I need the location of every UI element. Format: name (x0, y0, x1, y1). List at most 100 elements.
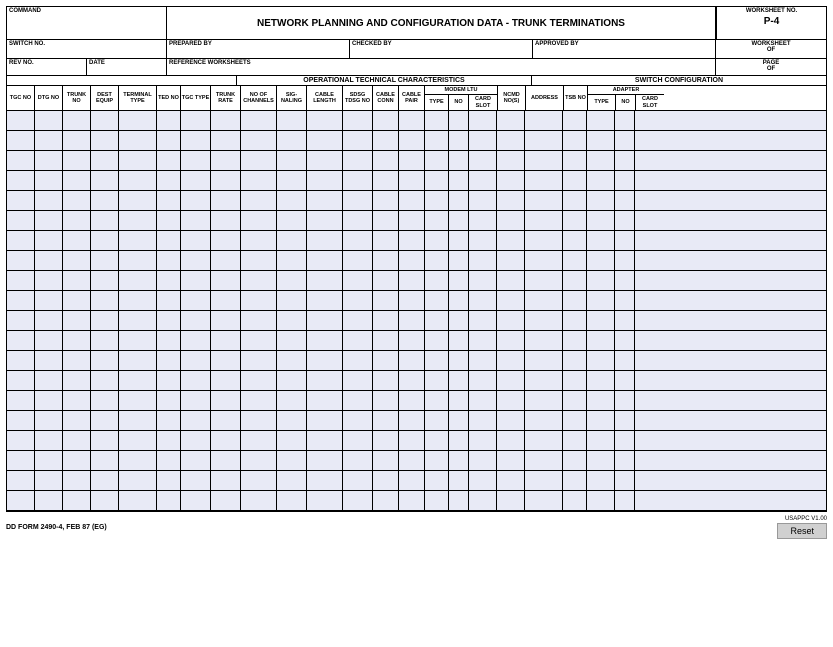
data-cell (425, 411, 449, 430)
data-cell (211, 211, 241, 230)
data-cell (181, 431, 211, 450)
data-cell (343, 451, 373, 470)
data-cell (63, 371, 91, 390)
data-cell (277, 311, 307, 330)
data-cell (425, 211, 449, 230)
data-cell (211, 191, 241, 210)
data-cell (181, 271, 211, 290)
table-row (7, 151, 826, 171)
data-cell (35, 431, 63, 450)
data-cell (563, 231, 587, 250)
data-cell (63, 311, 91, 330)
data-cell (181, 291, 211, 310)
data-cell (157, 291, 181, 310)
data-cell (497, 131, 525, 150)
data-cell (119, 231, 157, 250)
data-cell (63, 331, 91, 350)
data-cell (91, 331, 119, 350)
data-cell (119, 391, 157, 410)
data-cell (399, 131, 425, 150)
data-cell (525, 431, 563, 450)
adapter-cols: TYPE NO CARD SLOT (588, 95, 664, 110)
data-cell (373, 231, 399, 250)
data-cell (277, 471, 307, 490)
table-row (7, 451, 826, 471)
data-cell (449, 431, 469, 450)
data-cell (119, 331, 157, 350)
data-cell (63, 451, 91, 470)
table-row (7, 411, 826, 431)
data-cell (241, 351, 277, 370)
data-cell (525, 331, 563, 350)
data-cell (343, 471, 373, 490)
data-cell (449, 111, 469, 130)
data-cell (157, 131, 181, 150)
data-cell (241, 191, 277, 210)
data-cell (63, 391, 91, 410)
data-cell (181, 131, 211, 150)
data-cell (635, 331, 663, 350)
data-cell (157, 251, 181, 270)
data-cell (587, 151, 615, 170)
data-cell (563, 411, 587, 430)
data-cell (425, 491, 449, 510)
data-cell (635, 151, 663, 170)
data-cell (635, 171, 663, 190)
data-cell (587, 211, 615, 230)
data-cell (91, 111, 119, 130)
data-cell (563, 131, 587, 150)
data-cell (373, 411, 399, 430)
table-row (7, 431, 826, 451)
data-cell (91, 351, 119, 370)
data-cell (63, 111, 91, 130)
data-cell (525, 491, 563, 510)
data-cell (469, 151, 497, 170)
data-cell (373, 451, 399, 470)
page-of: PAGE OF (716, 59, 826, 75)
data-cell (7, 111, 35, 130)
data-cell (119, 271, 157, 290)
data-cell (449, 371, 469, 390)
data-cell (343, 131, 373, 150)
data-cell (157, 451, 181, 470)
data-cell (277, 111, 307, 130)
data-cell (181, 411, 211, 430)
data-cell (425, 191, 449, 210)
data-cell (449, 411, 469, 430)
data-cell (615, 191, 635, 210)
data-cell (615, 331, 635, 350)
data-cell (307, 291, 343, 310)
data-cell (635, 231, 663, 250)
data-cell (635, 311, 663, 330)
table-row (7, 131, 826, 151)
data-cell (563, 391, 587, 410)
date-label: DATE (87, 59, 167, 75)
data-cell (241, 471, 277, 490)
table-row (7, 331, 826, 351)
data-cell (373, 131, 399, 150)
data-cell (469, 291, 497, 310)
data-cell (307, 131, 343, 150)
data-cell (119, 111, 157, 130)
data-cell (587, 291, 615, 310)
table-row (7, 111, 826, 131)
data-cell (343, 431, 373, 450)
data-cell (469, 231, 497, 250)
data-cell (587, 371, 615, 390)
data-cell (449, 131, 469, 150)
data-cell (119, 151, 157, 170)
data-cell (587, 111, 615, 130)
data-cell (7, 411, 35, 430)
data-cell (635, 111, 663, 130)
data-cell (35, 131, 63, 150)
data-cell (63, 411, 91, 430)
data-cell (307, 111, 343, 130)
data-cell (277, 291, 307, 310)
modem-ltu-label: MODEM LTU (425, 86, 497, 95)
data-cell (211, 311, 241, 330)
data-cell (63, 351, 91, 370)
data-cell (497, 411, 525, 430)
data-cell (241, 491, 277, 510)
data-cell (307, 411, 343, 430)
reset-button[interactable]: Reset (777, 523, 827, 539)
